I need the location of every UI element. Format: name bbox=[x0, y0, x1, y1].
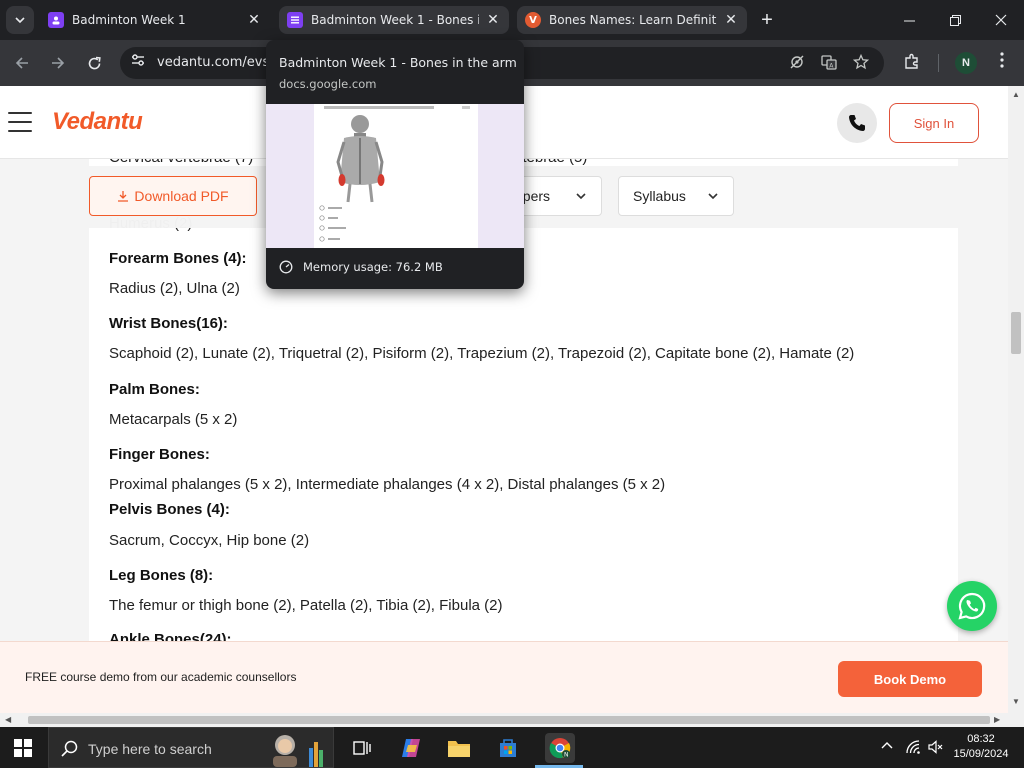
section-heading: Forearm Bones (4): bbox=[109, 250, 247, 267]
section-heading: Wrist Bones(16): bbox=[109, 315, 228, 332]
syllabus-dropdown-label: Syllabus bbox=[633, 188, 686, 204]
sign-in-button[interactable]: Sign In bbox=[889, 103, 979, 143]
tab-title: Bones Names: Learn Definition, Types bbox=[549, 13, 717, 27]
taskbar-search-placeholder: Type here to search bbox=[88, 741, 212, 757]
memory-usage: Memory usage: 76.2 MB bbox=[279, 260, 443, 274]
vedantu-logo[interactable]: Vedantu bbox=[52, 108, 143, 136]
chevron-down-icon bbox=[15, 17, 25, 24]
whatsapp-chat-button[interactable] bbox=[947, 581, 997, 631]
hamburger-menu-icon[interactable] bbox=[8, 112, 32, 132]
bookmark-star-icon[interactable] bbox=[852, 53, 870, 72]
scroll-down-arrow-icon[interactable]: ▼ bbox=[1008, 697, 1024, 706]
tab-hover-card: Badminton Week 1 - Bones in the arm docs… bbox=[266, 40, 524, 289]
chevron-down-icon bbox=[576, 193, 586, 200]
hover-card-preview bbox=[266, 104, 524, 248]
forms-icon bbox=[287, 12, 303, 28]
scroll-right-arrow-icon[interactable]: ▶ bbox=[994, 713, 1000, 727]
hover-card-title: Badminton Week 1 - Bones in the arm bbox=[279, 55, 517, 70]
chevron-down-icon bbox=[708, 193, 718, 200]
file-explorer-icon[interactable] bbox=[446, 735, 472, 761]
profile-avatar[interactable]: N bbox=[955, 52, 977, 74]
syllabus-dropdown[interactable]: Syllabus bbox=[618, 176, 734, 216]
phone-call-button[interactable] bbox=[837, 103, 877, 143]
chrome-taskbar-icon[interactable]: N bbox=[545, 733, 575, 763]
section-text: Radius (2), Ulna (2) bbox=[109, 280, 240, 297]
section-text: Proximal phalanges (5 x 2), Intermediate… bbox=[109, 476, 666, 493]
task-view-icon[interactable] bbox=[349, 735, 375, 761]
whatsapp-icon bbox=[958, 592, 986, 620]
translate-icon[interactable]: A bbox=[820, 54, 838, 72]
section-text: Metacarpals (5 x 2) bbox=[109, 411, 238, 428]
hover-card-domain: docs.google.com bbox=[279, 77, 377, 91]
tab-strip: Badminton Week 1 ✕ Badminton Week 1 - Bo… bbox=[0, 0, 1024, 40]
tab-badminton-week-1[interactable]: Badminton Week 1 ✕ bbox=[40, 6, 270, 34]
minimize-icon[interactable] bbox=[886, 0, 932, 40]
system-clock[interactable]: 08:32 15/09/2024 bbox=[950, 732, 1012, 762]
back-arrow-icon[interactable] bbox=[9, 50, 35, 76]
close-icon[interactable]: ✕ bbox=[485, 12, 501, 28]
tab-bones-names[interactable]: V Bones Names: Learn Definition, Types ✕ bbox=[517, 6, 747, 34]
tracking-off-icon[interactable] bbox=[788, 54, 806, 72]
section-heading: Leg Bones (8): bbox=[109, 567, 214, 584]
windows-taskbar: Type here to search N 08:32 15/09/2024 bbox=[0, 727, 1024, 768]
section-text: Scaphoid (2), Lunate (2), Triquetral (2)… bbox=[109, 345, 855, 362]
demo-banner: FREE course demo from our academic couns… bbox=[0, 641, 1008, 713]
search-highlight-illustration-icon bbox=[273, 735, 323, 767]
phone-icon bbox=[849, 115, 865, 131]
download-icon bbox=[118, 191, 129, 202]
close-icon[interactable]: ✕ bbox=[246, 12, 262, 28]
restore-icon[interactable] bbox=[932, 0, 978, 40]
tab-badminton-bones-arm[interactable]: Badminton Week 1 - Bones in the arm ✕ bbox=[279, 6, 509, 34]
tab-title: Badminton Week 1 bbox=[72, 13, 186, 27]
demo-banner-text: FREE course demo from our academic couns… bbox=[25, 670, 297, 684]
scroll-thumb[interactable] bbox=[28, 716, 990, 724]
taskbar-search-box[interactable]: Type here to search bbox=[48, 727, 334, 768]
clock-time: 08:32 bbox=[967, 733, 995, 745]
volume-muted-icon[interactable] bbox=[928, 739, 944, 758]
clock-date: 15/09/2024 bbox=[953, 748, 1009, 760]
url-text: vedantu.com/evs/ bbox=[157, 55, 274, 70]
horizontal-scrollbar[interactable]: ◀ ▶ bbox=[0, 713, 1024, 727]
search-icon bbox=[61, 740, 78, 757]
extensions-puzzle-icon[interactable] bbox=[901, 52, 923, 74]
scroll-up-arrow-icon[interactable]: ▲ bbox=[1008, 90, 1024, 99]
svg-text:N: N bbox=[564, 752, 569, 759]
new-tab-plus-icon[interactable]: + bbox=[756, 9, 778, 31]
microsoft-store-icon[interactable] bbox=[495, 735, 521, 761]
download-pdf-button[interactable]: Download PDF bbox=[89, 176, 257, 216]
windows-start-icon[interactable] bbox=[14, 739, 32, 757]
reload-icon[interactable] bbox=[81, 50, 107, 76]
scroll-left-arrow-icon[interactable]: ◀ bbox=[5, 713, 11, 727]
window-close-icon[interactable] bbox=[978, 0, 1024, 40]
wifi-icon[interactable] bbox=[905, 739, 921, 758]
copilot-icon[interactable] bbox=[398, 735, 424, 761]
section-heading: Palm Bones: bbox=[109, 381, 200, 398]
download-pdf-label: Download PDF bbox=[134, 188, 229, 204]
forms-icon bbox=[48, 12, 64, 28]
section-text: The femur or thigh bone (2), Patella (2)… bbox=[109, 597, 503, 614]
section-heading: Pelvis Bones (4): bbox=[109, 501, 230, 518]
preview-document-thumbnail bbox=[314, 104, 478, 248]
gauge-icon bbox=[279, 260, 293, 274]
vedantu-favicon-icon: V bbox=[525, 12, 541, 28]
close-icon[interactable]: ✕ bbox=[723, 12, 739, 28]
forward-arrow-icon[interactable] bbox=[45, 50, 71, 76]
section-heading: Finger Bones: bbox=[109, 446, 210, 463]
scroll-thumb[interactable] bbox=[1011, 312, 1021, 354]
skeleton-illustration-icon bbox=[319, 106, 470, 242]
tab-search-button[interactable] bbox=[6, 6, 34, 34]
chevron-up-icon[interactable] bbox=[880, 739, 894, 756]
section-text: Sacrum, Coccyx, Hip bone (2) bbox=[109, 532, 310, 549]
book-demo-button[interactable]: Book Demo bbox=[838, 661, 982, 697]
tab-title: Badminton Week 1 - Bones in the arm bbox=[311, 13, 479, 27]
memory-usage-text: Memory usage: 76.2 MB bbox=[303, 260, 443, 274]
kebab-menu-icon[interactable] bbox=[991, 52, 1013, 74]
site-info-icon[interactable] bbox=[128, 53, 148, 73]
toolbar-divider bbox=[938, 54, 939, 72]
vertical-scrollbar[interactable]: ▲ ▼ bbox=[1008, 86, 1024, 713]
